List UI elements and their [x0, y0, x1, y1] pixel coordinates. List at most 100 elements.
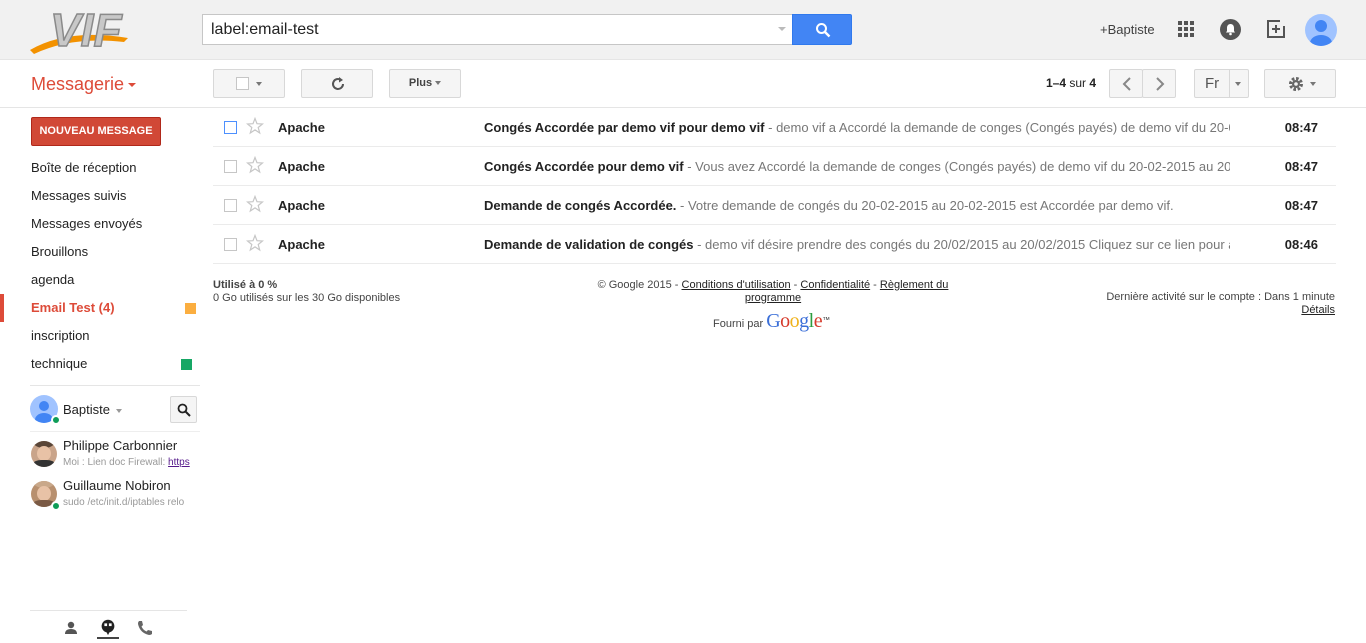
contact-last-message: sudo /etc/init.d/iptables relo [63, 497, 185, 508]
row-checkbox[interactable] [224, 121, 237, 134]
next-page-button[interactable] [1142, 69, 1176, 98]
chevron-left-icon [1122, 77, 1131, 91]
sidebar-item-sent[interactable]: Messages envoyés [0, 210, 200, 238]
search-icon [177, 403, 191, 417]
avatar [31, 441, 57, 467]
storage-usage: Utilisé à 0 % 0 Go utilisés sur les 30 G… [213, 279, 400, 305]
star-icon[interactable] [246, 195, 264, 213]
message-link[interactable]: https [168, 457, 190, 468]
app-switcher[interactable]: Messagerie [31, 74, 137, 95]
mail-row[interactable]: Apache Demande de congés Accordée. - Vot… [213, 186, 1336, 225]
powered-by: Fourni par Google™ [713, 310, 830, 333]
vif-logo[interactable]: VIF [28, 2, 178, 58]
mail-subject: Demande de validation de congés - demo v… [484, 237, 1230, 252]
sidebar-item-starred[interactable]: Messages suivis [0, 182, 200, 210]
compose-button[interactable]: NOUVEAU MESSAGE [31, 117, 161, 146]
chat-contact[interactable]: Guillaume Nobiron sudo /etc/init.d/iptab… [30, 475, 200, 515]
star-icon[interactable] [246, 234, 264, 252]
sidebar-item-label: technique [31, 356, 88, 371]
row-checkbox[interactable] [224, 160, 237, 173]
terms-link[interactable]: Conditions d'utilisation [682, 279, 791, 291]
mail-snippet: - Votre demande de congés du 20-02-2015 … [676, 198, 1174, 213]
sidebar-item-email-test[interactable]: Email Test (4) [0, 294, 200, 322]
mail-subject: Demande de congés Accordée. - Votre dema… [484, 198, 1174, 213]
sidebar-item-label: agenda [31, 272, 75, 287]
share-plus-icon[interactable] [1266, 19, 1287, 40]
sidebar-item-label: inscription [31, 328, 90, 343]
chevron-down-icon [128, 83, 137, 88]
input-language-button[interactable]: Fr [1194, 69, 1249, 98]
last-activity-text: Dernière activité sur le compte : Dans 1… [1106, 291, 1335, 303]
star-icon[interactable] [246, 117, 264, 135]
usage-title: Utilisé à 0 % [213, 279, 278, 291]
sidebar-item-label: Messages envoyés [31, 216, 143, 231]
mail-row[interactable]: Apache Congés Accordée par demo vif pour… [213, 108, 1336, 147]
row-checkbox[interactable] [224, 238, 237, 251]
mail-row[interactable]: Apache Congés Accordée pour demo vif - V… [213, 147, 1336, 186]
chat-self-name: Baptiste [63, 402, 110, 417]
more-label: Plus [408, 77, 433, 89]
details-link[interactable]: Détails [1301, 304, 1335, 316]
mail-row[interactable]: Apache Demande de validation de congés -… [213, 225, 1336, 264]
refresh-button[interactable] [301, 69, 373, 98]
phone-icon[interactable] [134, 617, 156, 639]
sidebar-item-label: Messages suivis [31, 188, 127, 203]
pager-total: 4 [1089, 76, 1097, 90]
pagination-info: 1–4 sur 4 [1046, 76, 1096, 90]
powered-by-label: Fourni par [713, 318, 764, 330]
search-options-caret[interactable] [778, 27, 786, 31]
top-header: VIF +Baptiste [0, 0, 1366, 60]
apps-grid-icon[interactable] [1178, 21, 1195, 38]
language-label: Fr [1205, 75, 1220, 92]
contact-last-message: Moi : Lien doc Firewall: https [63, 457, 190, 468]
divider [30, 610, 187, 611]
sidebar-item-label: Boîte de réception [31, 160, 137, 175]
privacy-link[interactable]: Confidentialité [800, 279, 870, 291]
mail-sender: Apache [278, 159, 325, 174]
footer-links: © Google 2015 - Conditions d'utilisation… [597, 279, 949, 305]
google-logo: Google [766, 310, 823, 332]
divider [30, 385, 200, 386]
sidebar-item-inbox[interactable]: Boîte de réception [0, 154, 200, 182]
trademark-mark: ™ [822, 315, 831, 325]
hangouts-quote-icon[interactable] [97, 617, 119, 639]
online-status-dot [51, 415, 61, 425]
search-icon [816, 23, 831, 38]
divider [1229, 70, 1230, 97]
chevron-down-icon [116, 409, 122, 413]
chevron-down-icon [256, 82, 262, 86]
separator: - [870, 279, 880, 291]
notifications-bell-icon[interactable] [1220, 19, 1241, 40]
mail-snippet: - Vous avez Accordé la demande de conges… [683, 159, 1230, 174]
sidebar-item-agenda[interactable]: agenda [0, 266, 200, 294]
pager-range: 1–4 [1046, 76, 1067, 90]
google-plus-user-link[interactable]: +Baptiste [1100, 22, 1155, 37]
chat-search-button[interactable] [170, 396, 197, 423]
svg-text:VIF: VIF [50, 4, 123, 56]
mail-sender: Apache [278, 198, 325, 213]
sidebar-item-drafts[interactable]: Brouillons [0, 238, 200, 266]
more-actions-button[interactable]: Plus [389, 69, 461, 98]
mail-time: 08:47 [1284, 120, 1318, 135]
select-checkbox[interactable] [236, 77, 249, 90]
chevron-down-icon[interactable] [1235, 82, 1241, 86]
select-all-button[interactable] [213, 69, 285, 98]
star-icon[interactable] [246, 156, 264, 174]
sidebar-item-technique[interactable]: technique [0, 350, 200, 378]
label-color-swatch[interactable] [181, 359, 192, 370]
sidebar-item-inscription[interactable]: inscription [0, 322, 200, 350]
contacts-person-icon[interactable] [60, 617, 82, 639]
row-checkbox[interactable] [224, 199, 237, 212]
mail-subject: Congés Accordée par demo vif pour demo v… [484, 120, 1230, 135]
mail-sender: Apache [278, 237, 325, 252]
search-button[interactable] [792, 14, 852, 45]
search-input[interactable] [202, 14, 792, 45]
previous-page-button[interactable] [1109, 69, 1143, 98]
account-avatar[interactable] [1305, 14, 1337, 46]
copyright: © Google 2015 - [597, 279, 682, 291]
chat-contact[interactable]: Philippe Carbonnier Moi : Lien doc Firew… [30, 435, 200, 475]
settings-button[interactable] [1264, 69, 1336, 98]
mail-time: 08:47 [1284, 198, 1318, 213]
label-color-swatch[interactable] [185, 303, 196, 314]
sidebar-item-label: Email Test (4) [31, 300, 115, 315]
